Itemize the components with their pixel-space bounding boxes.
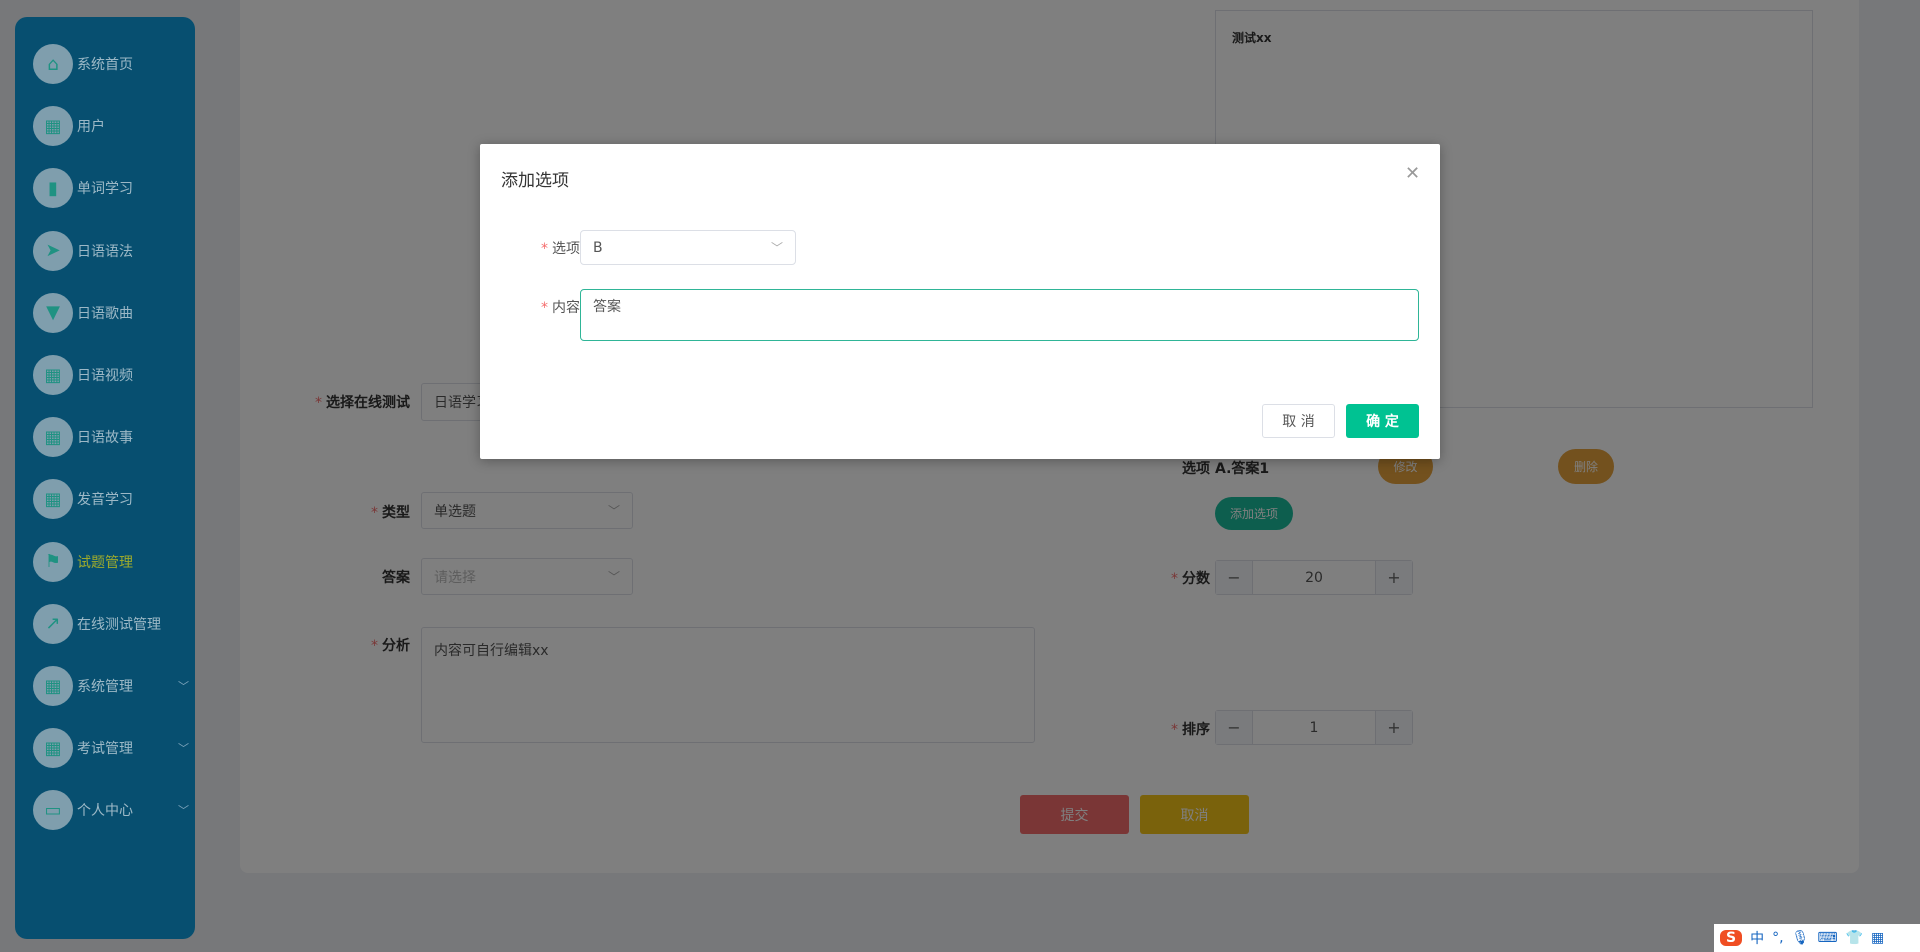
ime-punct[interactable]: °, bbox=[1772, 930, 1783, 946]
modal-overlay[interactable] bbox=[0, 0, 1920, 952]
sidebar-item[interactable]: ▦ 系统管理 ﹀ bbox=[33, 664, 189, 708]
keyboard-icon[interactable]: ⌨ bbox=[1817, 930, 1837, 946]
sogou-logo-icon: S bbox=[1720, 930, 1743, 946]
sidebar-item[interactable]: ➤ 日语语法 bbox=[33, 229, 183, 273]
sidebar-item[interactable]: ▮ 单词学习 bbox=[33, 166, 183, 210]
grid-icon: ▦ bbox=[33, 666, 73, 706]
content-label: 内容 bbox=[552, 300, 580, 316]
paper-plane-icon: ➤ bbox=[33, 230, 73, 271]
content-textarea[interactable]: 答案 bbox=[580, 289, 1419, 341]
paint-roller-icon: ▼ bbox=[33, 292, 73, 333]
sidebar-item[interactable]: ⌂ 系统首页 bbox=[33, 42, 183, 86]
sidebar-item-label: 用户 bbox=[77, 119, 105, 136]
sidebar-item[interactable]: ▦ 日语故事 bbox=[33, 415, 183, 459]
chart-icon: ↗ bbox=[33, 603, 73, 644]
sidebar-item[interactable]: ⚑ 试题管理 bbox=[33, 540, 183, 584]
sidebar-item[interactable]: ▭ 个人中心 ﹀ bbox=[33, 788, 189, 832]
dialog-confirm-button[interactable]: 确 定 bbox=[1346, 404, 1419, 438]
dialog-cancel-button[interactable]: 取 消 bbox=[1262, 404, 1335, 438]
dialog-title: 添加选项 bbox=[501, 171, 569, 191]
option-select[interactable]: B ﹀ bbox=[580, 230, 796, 265]
wallet-icon: ▭ bbox=[33, 790, 73, 831]
sidebar-item-label: 系统首页 bbox=[77, 57, 133, 73]
sidebar-item-label: 在线测试管理 bbox=[77, 616, 161, 633]
grid-icon: ▦ bbox=[33, 479, 73, 520]
sidebar-item-label: 试题管理 bbox=[77, 554, 133, 571]
sidebar-item[interactable]: ▼ 日语歌曲 bbox=[33, 291, 183, 335]
sidebar-item[interactable]: ▦ 用户 bbox=[33, 104, 183, 148]
chevron-down-icon: ﹀ bbox=[178, 742, 189, 756]
sidebar-item-label: 日语歌曲 bbox=[77, 305, 133, 322]
chevron-down-icon: ﹀ bbox=[178, 680, 189, 693]
home-icon: ⌂ bbox=[33, 44, 73, 84]
book-icon: ▮ bbox=[33, 168, 73, 209]
ime-toolbar[interactable]: S 中 °, 🎙 ⌨ 👕 ▦ bbox=[1714, 924, 1920, 952]
chevron-down-icon: ﹀ bbox=[178, 804, 189, 818]
microphone-icon[interactable]: 🎙 bbox=[1792, 930, 1810, 946]
grid-icon: ▦ bbox=[33, 417, 73, 458]
sidebar-item[interactable]: ▦ 考试管理 ﹀ bbox=[33, 726, 189, 770]
chevron-down-icon: ﹀ bbox=[770, 241, 783, 255]
sidebar-item-label: 日语视频 bbox=[77, 368, 133, 384]
sidebar-item-label: 系统管理 bbox=[77, 679, 133, 695]
flag-icon: ⚑ bbox=[33, 541, 73, 582]
ime-lang[interactable]: 中 bbox=[1750, 928, 1764, 948]
sidebar-item[interactable]: ▦ 发音学习 bbox=[33, 477, 183, 521]
sidebar-item[interactable]: ↗ 在线测试管理 bbox=[33, 602, 183, 646]
close-icon[interactable]: ✕ bbox=[1405, 163, 1420, 184]
skin-icon[interactable]: 👕 bbox=[1846, 930, 1863, 946]
grid-icon: ▦ bbox=[33, 355, 73, 395]
grid-icon[interactable]: ▦ bbox=[1871, 930, 1884, 946]
grid-icon: ▦ bbox=[33, 728, 73, 769]
sidebar-nav: ⌂ 系统首页 ▦ 用户 ▮ 单词学习 ➤ 日语语法 ▼ 日语歌曲 ▦ 日语视频 ▦ 日语故事 ▦ 发音学习 ⚑ 试… bbox=[15, 17, 195, 939]
option-label: 选项 bbox=[552, 241, 580, 257]
sidebar-item-label: 日语语法 bbox=[77, 243, 133, 260]
sidebar-item-label: 考试管理 bbox=[77, 741, 133, 758]
sidebar-item-label: 发音学习 bbox=[77, 492, 133, 509]
sidebar-item-label: 个人中心 bbox=[77, 803, 133, 820]
sidebar-item-label: 单词学习 bbox=[77, 181, 133, 198]
add-option-dialog: 添加选项 ✕ * 选项 B ﹀ * 内容 答案 取 消 确 定 bbox=[480, 144, 1440, 459]
grid-icon: ▦ bbox=[33, 106, 73, 147]
sidebar-item-label: 日语故事 bbox=[77, 430, 133, 447]
sidebar-item[interactable]: ▦ 日语视频 bbox=[33, 353, 183, 397]
